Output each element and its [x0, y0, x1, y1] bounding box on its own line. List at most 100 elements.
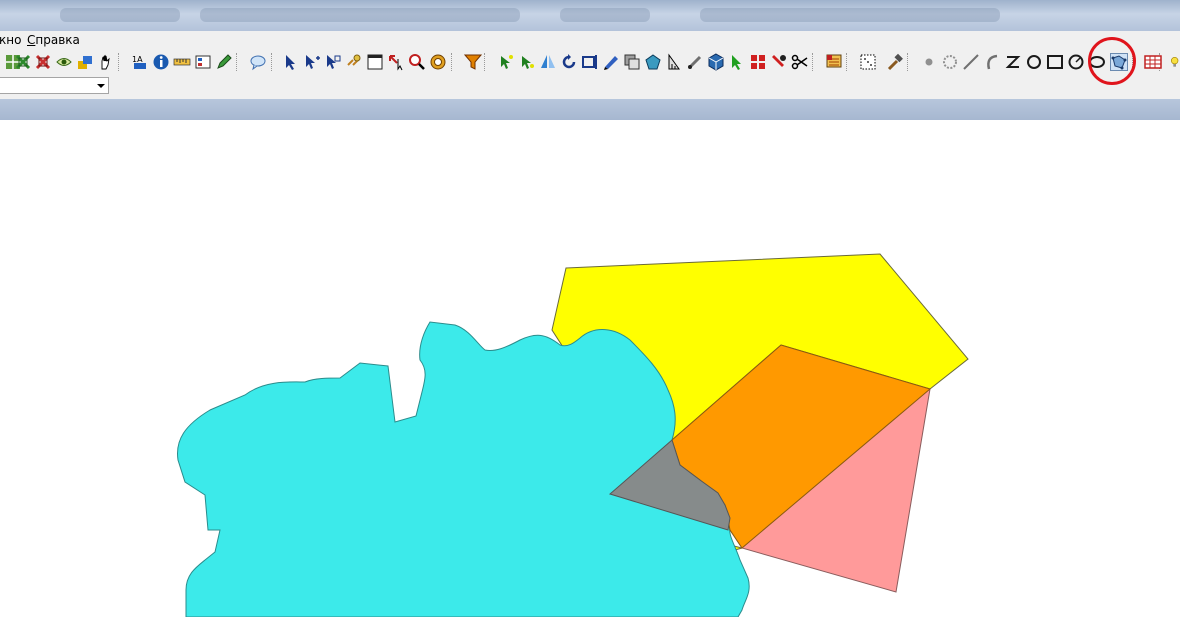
lightbulb-icon — [1171, 57, 1179, 67]
toolbar-separator — [812, 53, 814, 71]
rotate-button[interactable] — [560, 53, 578, 71]
point-button[interactable] — [920, 53, 938, 71]
hammer-button[interactable] — [886, 53, 904, 71]
eye-button[interactable] — [55, 53, 73, 71]
hammer-icon — [887, 53, 903, 71]
title-blur-2 — [200, 8, 520, 22]
pen-button[interactable] — [215, 53, 233, 71]
measure-button[interactable] — [665, 53, 683, 71]
chat-button[interactable] — [249, 53, 267, 71]
polyline-button[interactable] — [1004, 53, 1022, 71]
layers-icon — [78, 56, 92, 69]
filter-icon — [464, 54, 482, 70]
menu-item-window-label: кно — [0, 33, 22, 47]
polygon-icon — [645, 54, 661, 70]
cursor-drag-icon — [389, 55, 403, 71]
brush-button[interactable] — [686, 53, 704, 71]
arc-button[interactable] — [983, 53, 1001, 71]
cursor-drag-button[interactable] — [387, 53, 405, 71]
lightbulb-button[interactable] — [1168, 53, 1180, 71]
info-button[interactable] — [152, 53, 170, 71]
frame-button[interactable] — [581, 53, 599, 71]
arrow-select-plus-icon — [306, 55, 320, 69]
line-icon — [963, 54, 979, 70]
mirror-icon — [541, 55, 555, 68]
zoom-box-icon — [35, 54, 51, 70]
node-add-button[interactable] — [518, 53, 536, 71]
info-icon — [153, 54, 169, 70]
node-edit-button[interactable] — [497, 53, 515, 71]
overlap-button[interactable] — [623, 53, 641, 71]
ellipse-alt-icon — [1089, 56, 1105, 68]
window-button[interactable] — [366, 53, 384, 71]
hyperlink-button[interactable] — [345, 53, 363, 71]
menu-item-help[interactable]: Справка — [27, 31, 80, 49]
pencil-select-button[interactable] — [602, 53, 620, 71]
cube-button[interactable] — [707, 53, 725, 71]
toolbar-separator — [118, 53, 120, 71]
magnifier-button[interactable] — [408, 53, 426, 71]
map-window-header — [0, 99, 1180, 120]
star-button[interactable] — [941, 53, 959, 71]
frame-icon — [582, 55, 597, 69]
snap-polygon-icon — [1110, 53, 1128, 71]
title-blur-1 — [60, 8, 180, 22]
chevron-down-icon[interactable] — [97, 84, 105, 88]
ruler-icon — [173, 58, 191, 66]
overlap-icon — [624, 54, 640, 70]
ruler-button[interactable] — [173, 53, 191, 71]
ellipse-button[interactable] — [1067, 53, 1085, 71]
menu-item-window[interactable]: кно — [0, 31, 21, 49]
table-button[interactable] — [1144, 53, 1162, 71]
toolbar-separator — [271, 53, 273, 71]
identify-icon: 1A — [132, 55, 146, 69]
line-button[interactable] — [962, 53, 980, 71]
pin-red-button[interactable] — [770, 53, 788, 71]
title-blur-3 — [560, 8, 650, 22]
svg-text:1A: 1A — [132, 55, 143, 64]
rectangle-button[interactable] — [1046, 53, 1064, 71]
menu-item-help-label: правка — [35, 33, 80, 47]
map-canvas[interactable] — [0, 120, 1180, 617]
filter-button[interactable] — [464, 53, 482, 71]
zoom-extent-button[interactable] — [14, 53, 32, 71]
arrow-select-button[interactable] — [282, 53, 300, 71]
snap-polygon-button[interactable] — [1110, 53, 1128, 71]
grid-red-button[interactable] — [749, 53, 767, 71]
node-add-icon — [522, 56, 534, 69]
ellipse-alt-button[interactable] — [1088, 53, 1106, 71]
arrow-green-button[interactable] — [728, 53, 746, 71]
cube-icon — [708, 53, 724, 71]
scissors-button[interactable] — [791, 53, 809, 71]
arrow-select-plus-button[interactable] — [303, 53, 321, 71]
hand-pan-button[interactable] — [97, 53, 115, 71]
layers-button[interactable] — [76, 53, 94, 71]
arrow-select-multi-button[interactable] — [324, 53, 342, 71]
circle-icon — [1027, 55, 1041, 69]
pen-icon — [217, 54, 232, 69]
toolbar-separator — [846, 53, 848, 71]
zoom-box-button[interactable] — [34, 53, 52, 71]
star-icon — [943, 55, 957, 69]
node-edit-icon — [501, 55, 513, 69]
window-icon — [367, 54, 383, 70]
circle-button[interactable] — [1025, 53, 1043, 71]
brush-icon — [688, 55, 702, 69]
target-button[interactable] — [429, 53, 447, 71]
dots-box-button[interactable] — [859, 53, 877, 71]
magnifier-icon — [409, 54, 425, 70]
legend-button[interactable] — [194, 53, 212, 71]
eye-icon — [56, 58, 72, 66]
polyline-icon — [1005, 56, 1021, 68]
arrow-select-multi-icon — [327, 55, 341, 69]
polygon-button[interactable] — [644, 53, 662, 71]
layer-combo[interactable] — [0, 77, 109, 94]
arrow-green-icon — [732, 55, 741, 70]
mirror-button[interactable] — [539, 53, 557, 71]
layer-settings-button[interactable] — [825, 53, 843, 71]
zoom-extent-icon — [15, 54, 31, 70]
measure-icon — [668, 53, 680, 70]
layer-settings-icon — [826, 54, 842, 68]
rotate-icon — [562, 54, 576, 69]
identify-button[interactable]: 1A — [131, 53, 149, 71]
